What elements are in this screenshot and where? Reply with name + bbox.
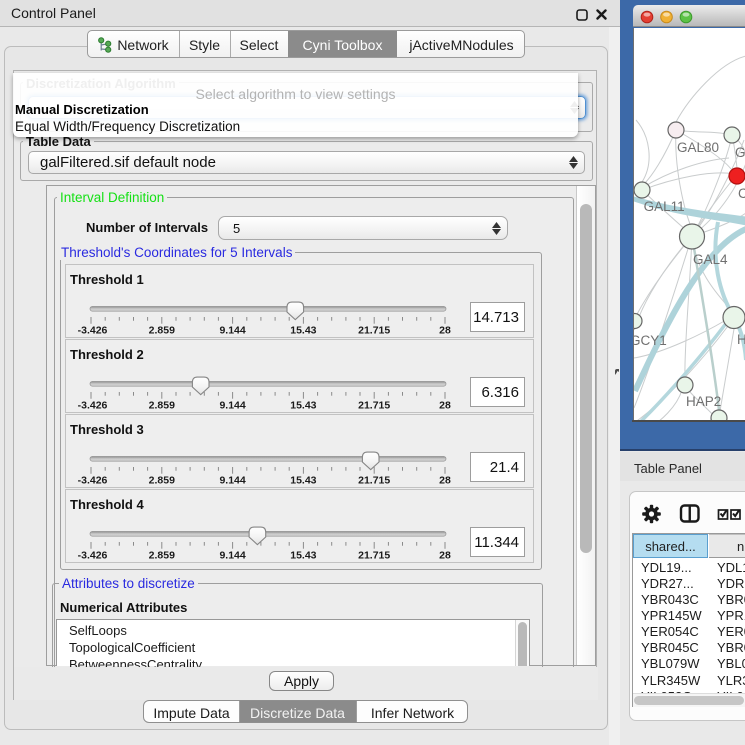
svg-text:2.859: 2.859: [149, 475, 175, 487]
svg-text:28: 28: [439, 400, 451, 412]
svg-text:GA: GA: [735, 145, 745, 160]
svg-text:HI: HI: [737, 332, 745, 347]
svg-text:21.715: 21.715: [358, 550, 390, 562]
svg-text:GAL11: GAL11: [644, 199, 685, 214]
svg-text:-3.426: -3.426: [78, 550, 108, 562]
svg-text:21.715: 21.715: [358, 400, 390, 412]
svg-text:9.144: 9.144: [219, 475, 245, 487]
svg-text:2.859: 2.859: [149, 400, 175, 412]
svg-text:-3.426: -3.426: [78, 325, 108, 337]
svg-text:9.144: 9.144: [219, 325, 245, 337]
svg-text:15.43: 15.43: [290, 550, 316, 562]
svg-text:-3.426: -3.426: [78, 400, 108, 412]
svg-text:15.43: 15.43: [290, 325, 316, 337]
svg-text:21.715: 21.715: [358, 325, 390, 337]
svg-text:GAL4: GAL4: [693, 252, 728, 267]
svg-text:-3.426: -3.426: [78, 475, 108, 487]
svg-text:15.43: 15.43: [290, 475, 316, 487]
svg-text:9.144: 9.144: [219, 400, 245, 412]
svg-text:2.859: 2.859: [149, 550, 175, 562]
svg-text:21.715: 21.715: [358, 475, 390, 487]
svg-text:GAL80: GAL80: [677, 140, 719, 155]
svg-text:C: C: [738, 186, 745, 201]
svg-text:HAP2: HAP2: [686, 394, 721, 409]
svg-text:9.144: 9.144: [219, 550, 245, 562]
svg-text:28: 28: [439, 325, 451, 337]
svg-text:28: 28: [439, 550, 451, 562]
svg-text:GCY1: GCY1: [634, 333, 667, 348]
svg-text:2.859: 2.859: [149, 325, 175, 337]
svg-text:15.43: 15.43: [290, 400, 316, 412]
svg-text:28: 28: [439, 475, 451, 487]
